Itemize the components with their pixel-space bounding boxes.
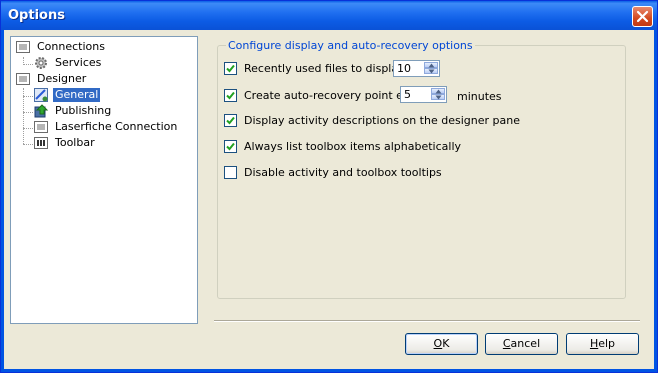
- ok-label: K: [442, 337, 450, 350]
- arrow-down-icon: [428, 69, 435, 74]
- checkmark-icon: [226, 142, 235, 151]
- auto-recovery-option: Create auto-recovery point every: [224, 89, 427, 102]
- dialog-body: Connections Services Designer General Pu…: [4, 30, 654, 369]
- tree-item-general[interactable]: General: [33, 87, 101, 103]
- toolbox-alpha-option: Always list toolbox items alphabetically: [224, 140, 461, 153]
- tree-item-connections[interactable]: Connections: [15, 39, 107, 55]
- minutes-label: minutes: [457, 90, 502, 103]
- help-label: elp: [598, 337, 616, 350]
- disable-tooltips-option: Disable activity and toolbox tooltips: [224, 166, 442, 179]
- tree-label-general: General: [53, 88, 101, 102]
- group-legend: Configure display and auto-recovery opti…: [226, 39, 475, 52]
- cancel-accelerator: C: [502, 337, 511, 350]
- tree-label-services: Services: [55, 56, 102, 69]
- help-button[interactable]: Help: [566, 333, 639, 355]
- tree-item-designer[interactable]: Designer: [15, 71, 88, 87]
- tree-label-publishing: Publishing: [55, 104, 112, 117]
- gear-icon: [33, 55, 49, 71]
- activity-desc-option: Display activity descriptions on the des…: [224, 114, 520, 127]
- cancel-label: ancel: [510, 337, 541, 350]
- disable-tooltips-label: Disable activity and toolbox tooltips: [244, 166, 442, 179]
- close-button[interactable]: [632, 6, 653, 27]
- tree-label-designer: Designer: [37, 72, 87, 85]
- checkmark-icon: [226, 91, 235, 100]
- toolbox-alpha-label: Always list toolbox items alphabetically: [244, 140, 462, 153]
- recent-files-label: Recently used files to display:: [244, 62, 408, 75]
- tree-item-laserfiche-connection[interactable]: Laserfiche Connection: [33, 119, 179, 135]
- recent-files-value[interactable]: 10: [397, 62, 411, 76]
- options-window: Options Connections Services Designer Ge…: [0, 0, 658, 373]
- list-icon: [15, 71, 31, 87]
- list-icon: [33, 119, 49, 135]
- checkmark-icon: [226, 116, 235, 125]
- auto-recovery-spinner[interactable]: 5: [400, 86, 447, 103]
- cancel-button[interactable]: Cancel: [485, 333, 558, 355]
- activity-desc-label: Display activity descriptions on the des…: [244, 114, 520, 127]
- settings-tree[interactable]: Connections Services Designer General Pu…: [10, 36, 198, 324]
- tree-label-laserfiche-connection: Laserfiche Connection: [55, 120, 178, 133]
- close-icon: [636, 10, 649, 23]
- tree-label-toolbar: Toolbar: [55, 136, 95, 149]
- disable-tooltips-checkbox[interactable]: [224, 166, 237, 179]
- spin-down-button[interactable]: [431, 94, 445, 100]
- toolbox-alpha-checkbox[interactable]: [224, 140, 237, 153]
- tree-label-connections: Connections: [37, 40, 105, 53]
- activity-desc-checkbox[interactable]: [224, 114, 237, 127]
- arrow-down-icon: [435, 95, 442, 100]
- separator: [214, 320, 640, 322]
- ok-button[interactable]: OK: [405, 333, 478, 355]
- auto-recovery-checkbox[interactable]: [224, 89, 237, 102]
- recent-files-checkbox[interactable]: [224, 62, 237, 75]
- recent-files-spinner[interactable]: 10: [393, 60, 440, 77]
- spin-down-button[interactable]: [424, 68, 438, 74]
- checkmark-icon: [226, 64, 235, 73]
- help-accelerator: H: [589, 337, 599, 350]
- tree-item-publishing[interactable]: Publishing: [33, 103, 113, 119]
- tree-item-toolbar[interactable]: Toolbar: [33, 135, 97, 151]
- toolbar-icon: [33, 135, 49, 151]
- auto-recovery-value[interactable]: 5: [404, 88, 411, 102]
- tree-item-services[interactable]: Services: [33, 55, 103, 71]
- general-settings-icon: [33, 87, 49, 103]
- title-bar[interactable]: Options: [1, 1, 657, 30]
- list-icon: [15, 39, 31, 55]
- window-title: Options: [8, 8, 65, 23]
- publishing-icon: [33, 103, 49, 119]
- ok-accelerator: O: [433, 337, 443, 350]
- recent-files-option: Recently used files to display:: [224, 62, 408, 75]
